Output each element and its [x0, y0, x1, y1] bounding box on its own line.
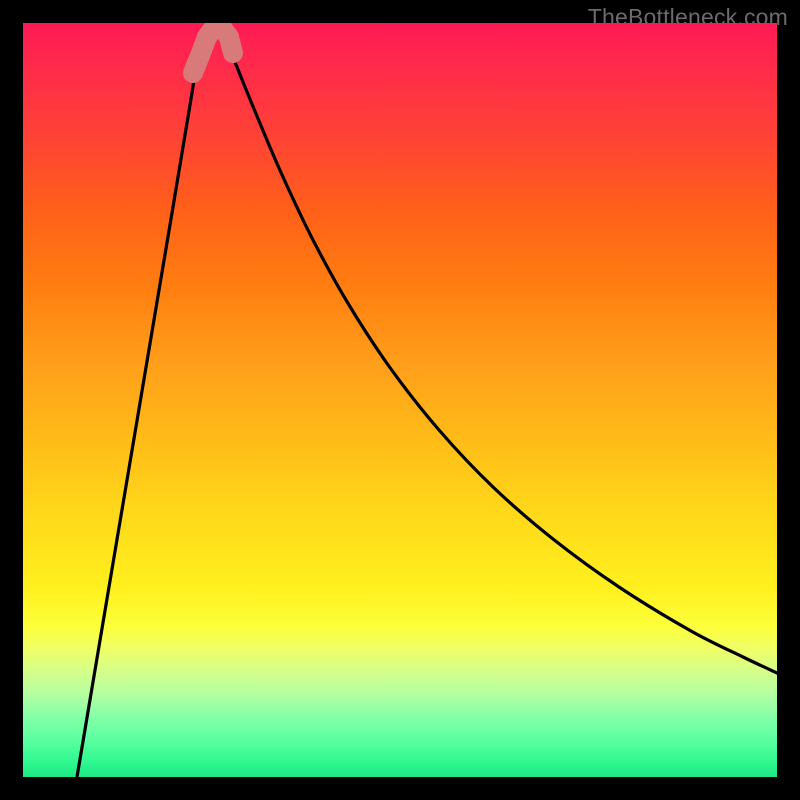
plot-area: [23, 23, 777, 777]
left-curve-line: [77, 27, 209, 777]
marker-cluster: [193, 27, 233, 73]
chart-svg: [23, 23, 777, 777]
right-curve-line: [221, 27, 777, 673]
outer-frame: TheBottleneck.com: [0, 0, 800, 800]
